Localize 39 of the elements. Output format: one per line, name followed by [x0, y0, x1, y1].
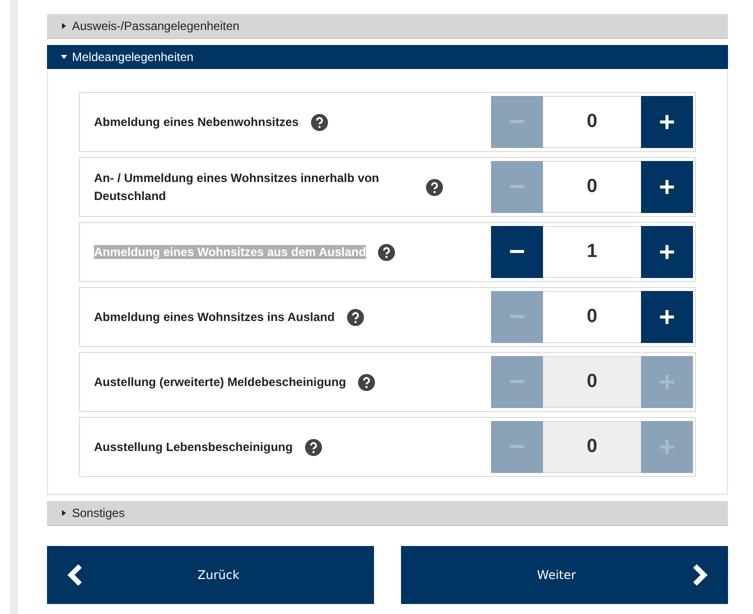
next-button[interactable]: Weiter [401, 546, 728, 604]
service-label: Abmeldung eines Wohnsitzes ins Ausland [94, 310, 335, 324]
help-icon[interactable] [378, 244, 396, 260]
quantity-field[interactable]: 0 [543, 291, 641, 343]
increment-button[interactable] [641, 161, 693, 213]
plus-icon [660, 180, 674, 194]
accordion-header[interactable]: Ausweis-/Passangelegenheiten [47, 14, 728, 39]
quantity-field[interactable]: 1 [543, 226, 641, 278]
help-icon[interactable] [358, 374, 376, 390]
service-label: Ausstellung Lebensbescheinigung [94, 440, 293, 454]
service-label: Abmeldung eines Nebenwohnsitzes [94, 115, 299, 129]
service-label: Anmeldung eines Wohnsitzes aus dem Ausland [94, 245, 366, 259]
accordion-header[interactable]: Meldeangelegenheiten [47, 45, 728, 69]
accordion-header[interactable]: Sonstiges [47, 501, 728, 526]
plus-icon [660, 310, 674, 324]
quantity-field[interactable]: 0 [543, 356, 641, 408]
caret-icon [61, 23, 67, 29]
quantity-field[interactable]: 0 [543, 421, 641, 473]
help-icon[interactable] [310, 114, 328, 130]
caret-icon [61, 510, 67, 516]
plus-icon [660, 375, 674, 389]
service-label: An- / Ummeldung eines Wohnsitzes innerhalb von Deutschland [94, 171, 380, 203]
increment-button[interactable] [641, 96, 693, 148]
quantity-field[interactable]: 0 [543, 161, 641, 213]
help-icon[interactable] [346, 308, 364, 326]
minus-icon [510, 250, 524, 254]
quantity-field[interactable]: 0 [543, 96, 641, 148]
plus-icon [660, 440, 674, 454]
chevron-right-icon [692, 563, 708, 587]
caret-icon [61, 54, 67, 60]
chevron-left-icon [67, 563, 83, 587]
service-label: Austellung (erweiterte) Meldebescheinigung [94, 375, 346, 389]
help-icon[interactable] [304, 438, 322, 456]
increment-button[interactable] [641, 291, 693, 343]
increment-button[interactable] [641, 226, 693, 278]
help-icon[interactable] [426, 178, 443, 196]
back-button[interactable]: Zurück [47, 546, 374, 604]
plus-icon [660, 245, 674, 259]
plus-icon [660, 115, 674, 129]
